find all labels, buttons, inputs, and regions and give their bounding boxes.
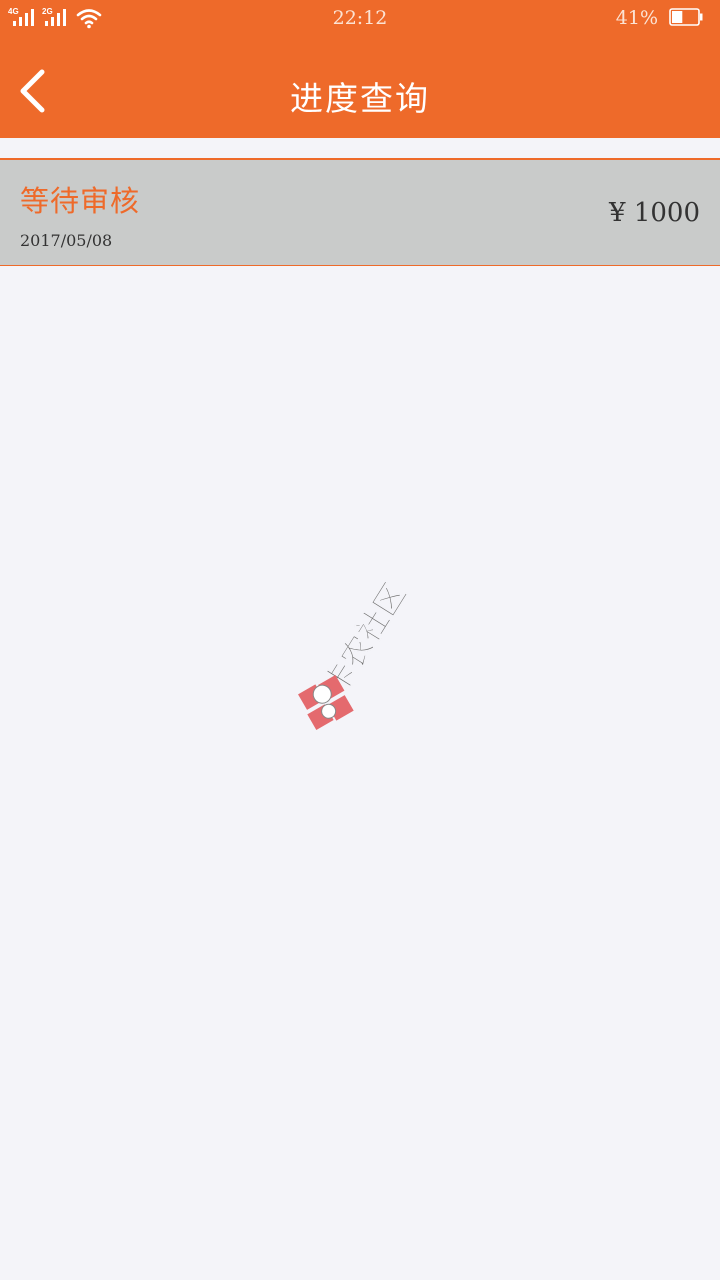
status-bar: 4G 2G 22:12 41% <box>0 0 720 38</box>
record-status: 等待审核 <box>20 184 141 218</box>
record-amount: ¥ 1000 <box>609 198 700 228</box>
battery-icon <box>669 8 703 26</box>
nav-bar: 进度查询 <box>0 38 720 138</box>
record-date: 2017/05/08 <box>20 231 113 250</box>
progress-record-item[interactable]: 等待审核 2017/05/08 ¥ 1000 <box>0 158 720 266</box>
page-title: 进度查询 <box>290 79 430 118</box>
status-time: 22:12 <box>332 7 388 29</box>
watermark-logo: 卡农社区 <box>298 577 414 730</box>
battery-percent: 41% <box>615 7 658 29</box>
